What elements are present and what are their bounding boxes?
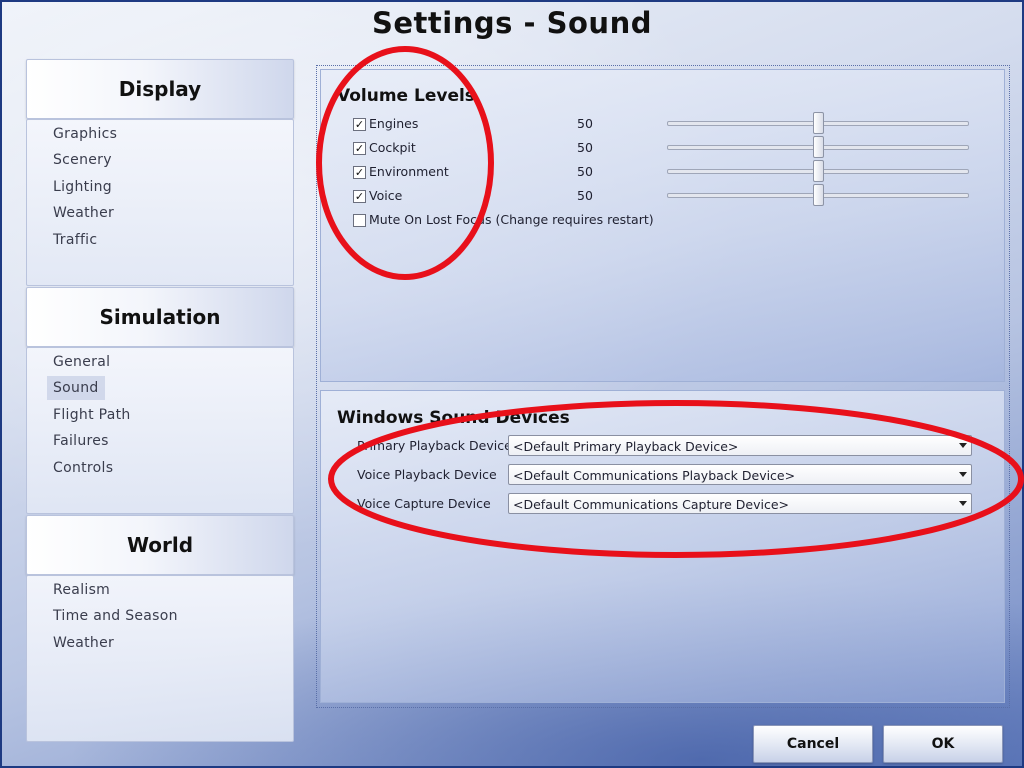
category-list-world: Realism Time and Season Weather [26,575,294,742]
voice-value: 50 [577,188,593,203]
voice-capture-value: <Default Communications Capture Device> [513,497,790,512]
sidebar-item-graphics[interactable]: Graphics [47,122,123,146]
sidebar-item-realism[interactable]: Realism [47,578,116,602]
cockpit-slider-thumb[interactable] [813,136,824,158]
volume-levels-title: Volume Levels [337,86,475,106]
environment-value: 50 [577,164,593,179]
engines-label: Engines [369,116,419,131]
cancel-button[interactable]: Cancel [753,725,873,763]
voice-capture-dropdown[interactable]: <Default Communications Capture Device> [508,493,972,514]
primary-playback-value: <Default Primary Playback Device> [513,439,739,454]
voice-playback-value: <Default Communications Playback Device> [513,468,796,483]
check-icon: ✓ [354,190,365,203]
cockpit-value: 50 [577,140,593,155]
primary-playback-dropdown[interactable]: <Default Primary Playback Device> [508,435,972,456]
voice-playback-dropdown[interactable]: <Default Communications Playback Device> [508,464,972,485]
sidebar-item-general[interactable]: General [47,350,116,374]
check-icon: ✓ [354,166,365,179]
voice-checkbox[interactable]: ✓ [353,190,366,203]
engines-value: 50 [577,116,593,131]
mute-on-lost-focus-checkbox[interactable] [353,214,366,227]
primary-playback-label: Primary Playback Device [357,438,512,453]
chevron-down-icon [959,472,967,477]
mute-on-lost-focus-label: Mute On Lost Focus (Change requires rest… [369,212,654,227]
sidebar-item-controls[interactable]: Controls [47,456,119,480]
sidebar-item-failures[interactable]: Failures [47,429,115,453]
chevron-down-icon [959,501,967,506]
check-icon: ✓ [354,142,365,155]
category-list-display: Graphics Scenery Lighting Weather Traffi… [26,119,294,286]
volume-levels-panel: Volume Levels ✓ Engines 50 ✓ Cockpit 50 … [320,69,1005,382]
sound-devices-title: Windows Sound Devices [337,408,570,428]
check-icon: ✓ [354,118,365,131]
cockpit-label: Cockpit [369,140,416,155]
page-title: Settings - Sound [372,6,652,40]
environment-checkbox[interactable]: ✓ [353,166,366,179]
environment-slider-thumb[interactable] [813,160,824,182]
category-header-world: World [26,515,294,575]
engines-slider-thumb[interactable] [813,112,824,134]
environment-label: Environment [369,164,449,179]
category-list-simulation: General Sound Flight Path Failures Contr… [26,347,294,514]
sidebar-item-weather-world[interactable]: Weather [47,631,120,655]
sidebar-item-scenery[interactable]: Scenery [47,148,118,172]
ok-button[interactable]: OK [883,725,1003,763]
voice-capture-label: Voice Capture Device [357,496,491,511]
voice-slider-thumb[interactable] [813,184,824,206]
cockpit-checkbox[interactable]: ✓ [353,142,366,155]
sidebar-item-weather-display[interactable]: Weather [47,201,120,225]
sidebar-item-time-and-season[interactable]: Time and Season [47,604,184,628]
voice-label: Voice [369,188,403,203]
voice-playback-label: Voice Playback Device [357,467,497,482]
chevron-down-icon [959,443,967,448]
sidebar-item-lighting[interactable]: Lighting [47,175,118,199]
category-header-display: Display [26,59,294,119]
category-header-simulation: Simulation [26,287,294,347]
sidebar-item-sound[interactable]: Sound [47,376,105,400]
engines-checkbox[interactable]: ✓ [353,118,366,131]
sidebar-item-flight-path[interactable]: Flight Path [47,403,137,427]
sidebar-item-traffic[interactable]: Traffic [47,228,103,252]
